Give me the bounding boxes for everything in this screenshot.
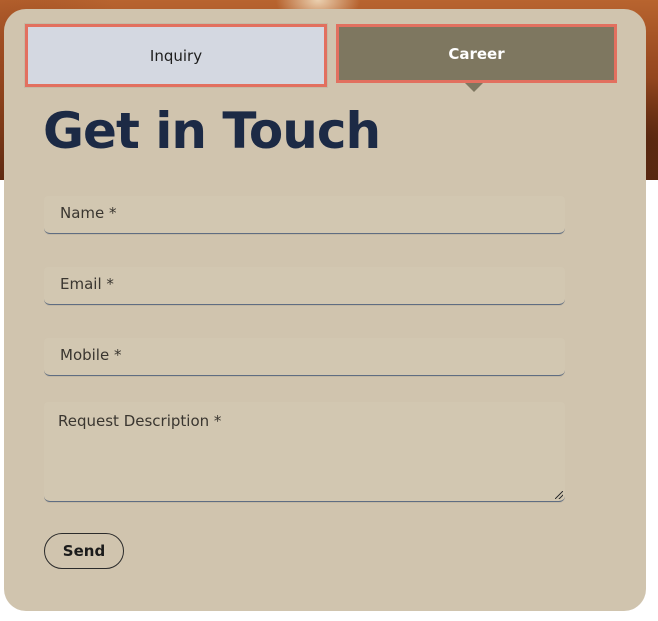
request-description-field[interactable]: Request Description * <box>44 402 565 502</box>
send-button[interactable]: Send <box>44 533 124 569</box>
active-tab-pointer-icon <box>465 83 483 92</box>
page: Inquiry Career Get in Touch Name * Email… <box>0 0 658 621</box>
tab-inquiry[interactable]: Inquiry <box>25 24 327 87</box>
send-button-label: Send <box>62 542 106 560</box>
tab-inquiry-label: Inquiry <box>149 46 203 65</box>
email-field[interactable]: Email * <box>44 267 565 305</box>
name-field[interactable]: Name * <box>44 196 565 234</box>
mobile-field[interactable]: Mobile * <box>44 338 565 376</box>
tab-career[interactable]: Career <box>336 24 617 83</box>
mobile-field-placeholder: Mobile * <box>60 346 122 364</box>
email-field-placeholder: Email * <box>60 275 114 293</box>
page-title: Get in Touch <box>43 102 381 160</box>
name-field-placeholder: Name * <box>60 204 117 222</box>
resize-handle-icon[interactable] <box>555 491 563 499</box>
tab-career-label: Career <box>448 44 505 63</box>
request-description-placeholder: Request Description * <box>58 412 222 430</box>
